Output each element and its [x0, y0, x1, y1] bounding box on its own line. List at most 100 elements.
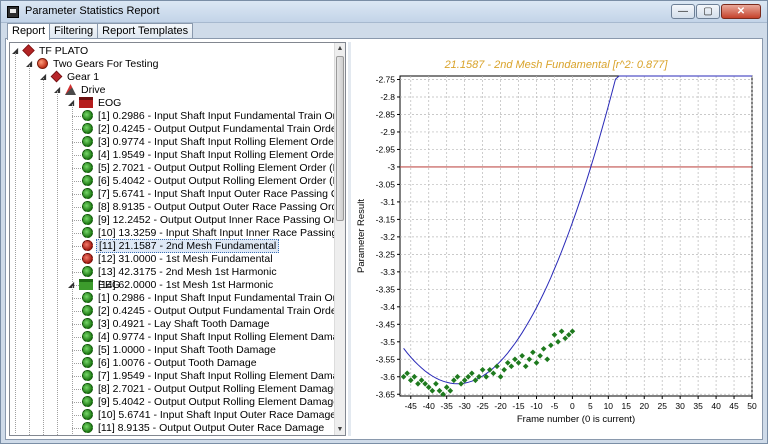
tree-viewport: ◢ TF PLATO ◢ Two Gears For Testing ◢ Gea… — [10, 43, 335, 435]
tree-item[interactable]: [9] 12.2452 - Output Output Inner Race P… — [72, 214, 335, 227]
x-tick-label: 45 — [729, 401, 739, 411]
scroll-down-icon[interactable]: ▼ — [335, 424, 345, 435]
tree-item[interactable]: [2] 0.4245 - Output Output Fundamental T… — [72, 305, 335, 318]
green-status-icon — [82, 214, 93, 225]
tree-item[interactable]: [13] 42.3175 - 2nd Mesh 1st Harmonic — [72, 266, 279, 279]
tree-item[interactable]: [10] 5.6741 - Input Shaft Input Outer Ra… — [72, 409, 335, 422]
tree-node-eog[interactable]: ◢ EOG — [68, 97, 123, 110]
plot-area — [399, 75, 753, 397]
tree-guide-line — [72, 350, 81, 351]
green-status-icon — [82, 396, 93, 407]
x-axis-label: Frame number (0 is current) — [517, 414, 635, 425]
tree-item[interactable]: [6] 5.4042 - Output Output Rolling Eleme… — [72, 175, 335, 188]
tree-guide-line — [72, 168, 81, 169]
collapse-arrow-icon[interactable]: ◢ — [54, 86, 62, 94]
green-status-icon — [82, 331, 93, 342]
parameter-tree[interactable]: ◢ TF PLATO ◢ Two Gears For Testing ◢ Gea… — [9, 42, 346, 436]
pane-splitter[interactable] — [348, 42, 351, 436]
tree-item[interactable]: [8] 8.9135 - Output Output Outer Race Pa… — [72, 201, 335, 214]
minimize-button[interactable]: — — [671, 4, 695, 19]
tab-report-templates[interactable]: Report Templates — [97, 23, 194, 39]
tree-scrollbar[interactable]: ▲ ▼ — [334, 43, 345, 435]
tree-item[interactable]: [4] 0.9774 - Input Shaft Input Rolling E… — [72, 331, 335, 344]
y-tick-label: -3.15 — [376, 214, 396, 224]
tree-guide-line — [72, 298, 81, 299]
tree-node-drive[interactable]: ◢ Drive — [54, 84, 108, 97]
gear-icon — [50, 70, 63, 83]
tree-node-label: Drive — [81, 84, 106, 96]
x-tick-label: -45 — [405, 401, 418, 411]
tree-node-eeg[interactable]: ◢ EEG — [68, 279, 122, 292]
scroll-up-icon[interactable]: ▲ — [335, 43, 345, 54]
tree-item[interactable]: [11] 21.1587 - 2nd Mesh Fundamental — [72, 239, 280, 253]
tree-item[interactable]: [4] 1.9549 - Input Shaft Input Rolling E… — [72, 149, 335, 162]
tree-guide-line — [72, 428, 81, 429]
x-tick-label: -30 — [459, 401, 472, 411]
tree-item[interactable]: [6] 1.0076 - Output Tooth Damage — [72, 357, 259, 370]
tree-node-gear-1[interactable]: ◢ Gear 1 — [40, 70, 101, 84]
green-status-icon — [82, 201, 93, 212]
red-status-icon — [82, 240, 93, 251]
tree-item[interactable]: [7] 1.9549 - Input Shaft Input Rolling E… — [72, 370, 335, 383]
tree-item[interactable]: [11] 8.9135 - Output Output Outer Race D… — [72, 422, 326, 435]
app-window: Parameter Statistics Report — ▢ ✕ Report… — [0, 0, 768, 444]
green-status-icon — [82, 344, 93, 355]
collapse-arrow-icon[interactable]: ◢ — [26, 60, 34, 68]
tree-item[interactable]: [3] 0.9774 - Input Shaft Input Rolling E… — [72, 136, 335, 149]
tree-item[interactable]: [12] 31.0000 - 1st Mesh Fundamental — [72, 253, 275, 266]
tree-item-label: [4] 1.9549 - Input Shaft Input Rolling E… — [98, 149, 335, 161]
window-title: Parameter Statistics Report — [25, 5, 160, 17]
y-tick-label: -3.2 — [380, 232, 395, 242]
scroll-thumb[interactable] — [336, 56, 344, 221]
tree-item-label: [2] 0.4245 - Output Output Fundamental T… — [98, 123, 335, 135]
tab-filtering[interactable]: Filtering — [49, 23, 99, 39]
x-tick-label: -5 — [551, 401, 559, 411]
tree-item-label: [13] 42.3175 - 2nd Mesh 1st Harmonic — [98, 266, 277, 278]
tree-guide-line — [15, 53, 16, 433]
tab-strip: Report Filtering Report Templates — [7, 23, 194, 40]
tree-node-gearbox[interactable]: ◢ Two Gears For Testing — [26, 58, 160, 71]
tab-report[interactable]: Report — [7, 23, 51, 40]
green-status-icon — [82, 123, 93, 134]
collapse-arrow-icon[interactable]: ◢ — [12, 47, 20, 55]
tree-guide-line — [72, 207, 81, 208]
green-status-icon — [82, 266, 93, 277]
x-tick-label: 50 — [747, 401, 757, 411]
close-button[interactable]: ✕ — [721, 4, 761, 19]
y-tick-label: -3.4 — [380, 302, 395, 312]
x-tick-label: 40 — [711, 401, 721, 411]
tree-item-label: [14] 62.0000 - 1st Mesh 1st Harmonic — [98, 279, 274, 291]
tree-item[interactable]: [8] 2.7021 - Output Output Rolling Eleme… — [72, 383, 335, 396]
tree-item[interactable]: [2] 0.4245 - Output Output Fundamental T… — [72, 123, 335, 136]
tree-item[interactable]: [7] 5.6741 - Input Shaft Input Outer Rac… — [72, 188, 335, 201]
tree-item-label: [4] 0.9774 - Input Shaft Input Rolling E… — [98, 331, 335, 343]
tree-guide-line — [72, 376, 81, 377]
tree-node-label: EOG — [98, 97, 122, 109]
tree-item-label: [8] 2.7021 - Output Output Rolling Eleme… — [98, 383, 335, 395]
tree-node-tf-plato[interactable]: ◢ TF PLATO — [12, 44, 90, 58]
tree-item[interactable]: [9] 5.4042 - Output Output Rolling Eleme… — [72, 396, 335, 409]
tree-item[interactable]: [1] 0.2986 - Input Shaft Input Fundament… — [72, 110, 335, 123]
x-tick-label: 30 — [675, 401, 685, 411]
x-tick-label: 25 — [657, 401, 667, 411]
tree-guide-line — [72, 259, 81, 260]
tree-item[interactable]: [3] 0.4921 - Lay Shaft Tooth Damage — [72, 318, 271, 331]
tree-item[interactable]: [1] 0.2986 - Input Shaft Input Fundament… — [72, 292, 335, 305]
tree-item-label: [3] 0.9774 - Input Shaft Input Rolling E… — [98, 136, 335, 148]
y-tick-label: -3.05 — [376, 179, 396, 189]
tree-item-label: [5] 2.7021 - Output Output Rolling Eleme… — [98, 162, 335, 174]
tree-guide-line — [72, 272, 81, 273]
tree-item[interactable]: [5] 2.7021 - Output Output Rolling Eleme… — [72, 162, 335, 175]
tree-item-label: [9] 5.4042 - Output Output Rolling Eleme… — [98, 396, 335, 408]
x-tick-label: 5 — [588, 401, 593, 411]
tree-item-label: [7] 5.6741 - Input Shaft Input Outer Rac… — [98, 188, 335, 200]
maximize-button[interactable]: ▢ — [696, 4, 720, 19]
tree-item-label: [12] 31.0000 - 1st Mesh Fundamental — [98, 253, 273, 265]
collapse-arrow-icon[interactable]: ◢ — [40, 73, 48, 81]
folder-icon — [79, 97, 93, 108]
green-status-icon — [82, 292, 93, 303]
window-controls: — ▢ ✕ — [671, 4, 761, 19]
tree-item[interactable]: [5] 1.0000 - Input Shaft Tooth Damage — [72, 344, 278, 357]
y-tick-label: -3.6 — [380, 372, 395, 382]
green-status-icon — [82, 175, 93, 186]
